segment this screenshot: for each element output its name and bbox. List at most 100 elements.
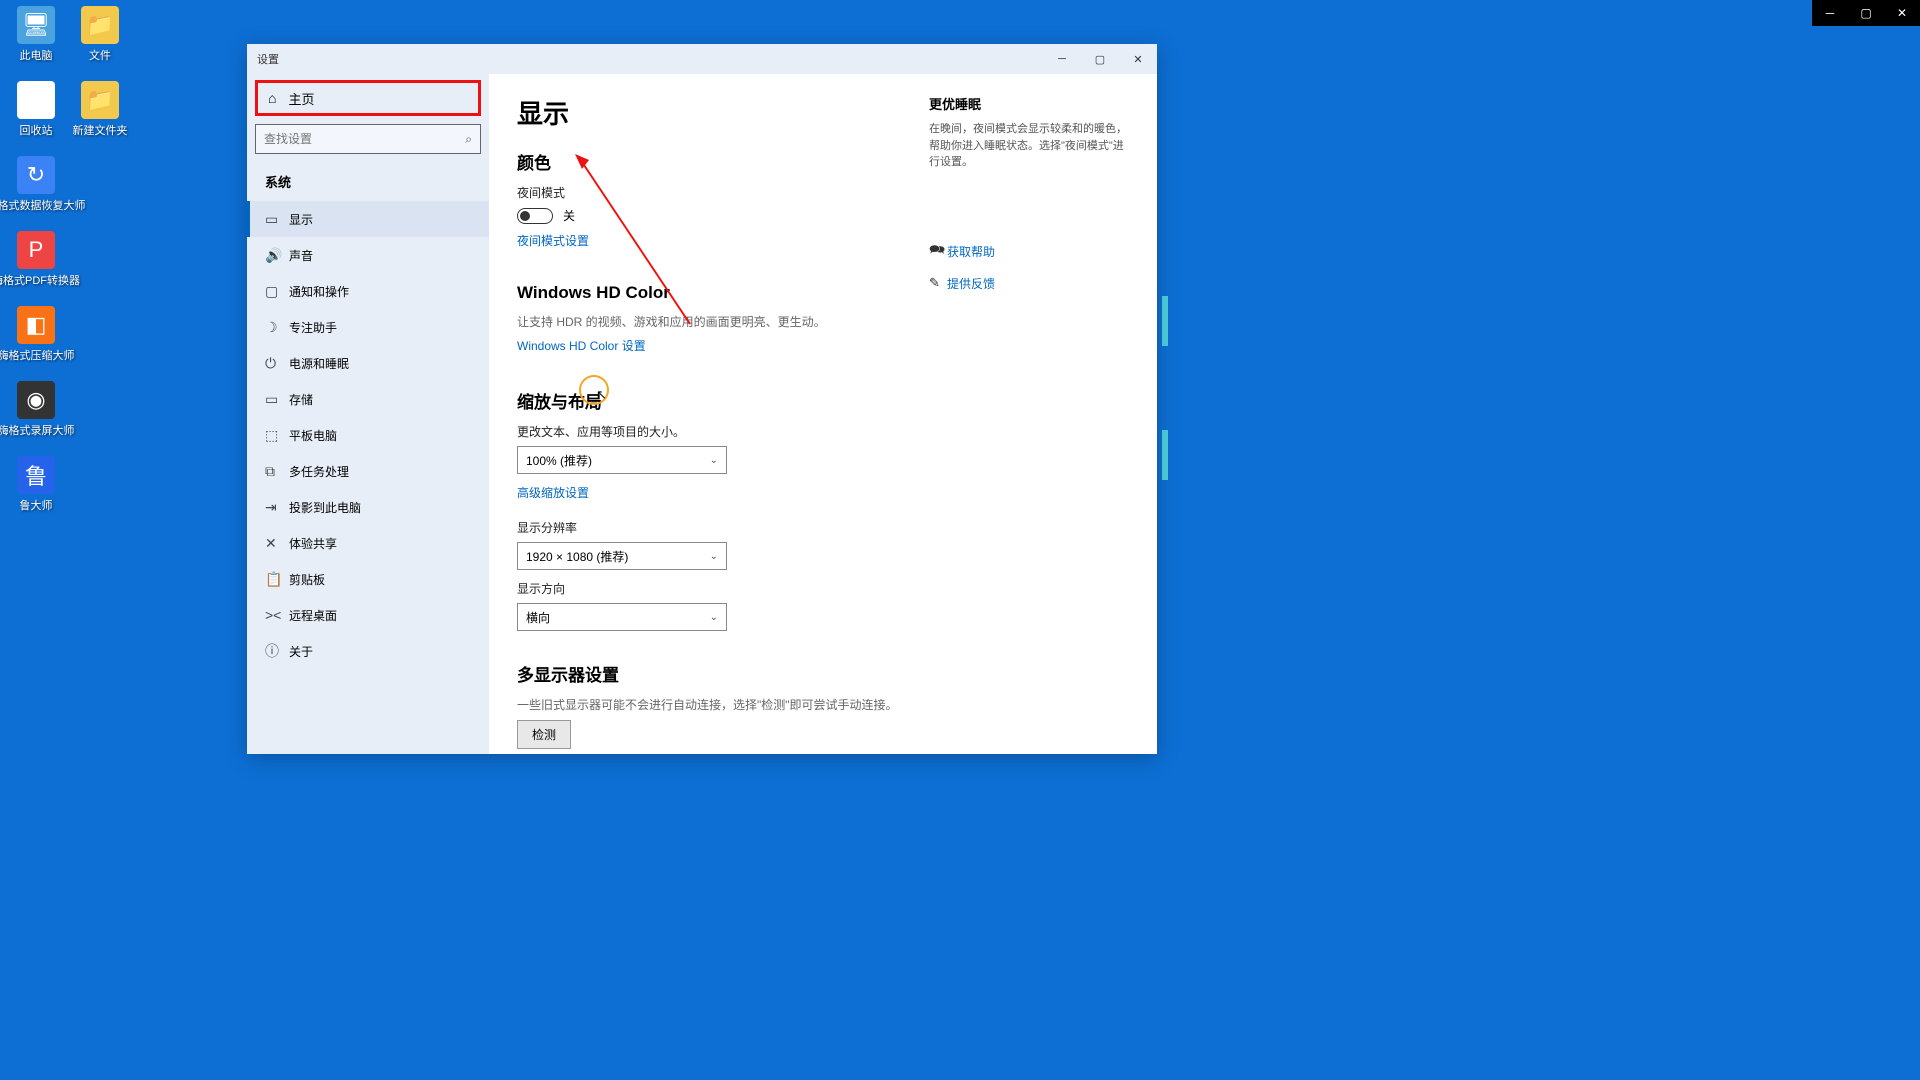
desktop-icon-label: 新建文件夹 xyxy=(73,122,128,138)
display-icon: ▭ xyxy=(265,211,289,228)
desktop-icon-pc[interactable]: 🖥 此电脑 xyxy=(6,6,66,63)
tablet-icon: ⬚ xyxy=(265,427,289,444)
content-main: 显示 颜色 夜间模式 关 夜间模式设置 Windows HD Color 让支持… xyxy=(517,94,909,744)
advanced-scale-link[interactable]: 高级缩放设置 xyxy=(517,484,589,501)
about-icon: ⓘ xyxy=(265,641,289,661)
accent-decor xyxy=(1162,430,1168,480)
accent-decor xyxy=(1162,296,1168,346)
desktop-icon-label: 嗨格式PDF转换器 xyxy=(0,272,80,288)
sidebar-item-remote[interactable]: ><远程桌面 xyxy=(247,597,489,633)
chevron-down-icon: ⌄ xyxy=(710,551,718,562)
sidebar-item-clipboard[interactable]: 📋剪贴板 xyxy=(247,561,489,597)
desktop-icon-compress[interactable]: ◧嗨格式压缩大师 xyxy=(6,306,66,363)
night-mode-settings-link[interactable]: 夜间模式设置 xyxy=(517,232,589,249)
recorder-icon: ◉ xyxy=(17,381,55,419)
resolution-label: 显示分辨率 xyxy=(517,519,909,536)
sidebar-item-label: 通知和操作 xyxy=(289,283,349,300)
desktop-icon-label: 嗨格式数据恢复大师 xyxy=(0,197,86,213)
section-hd-color: Windows HD Color xyxy=(517,283,909,303)
sidebar-item-label: 远程桌面 xyxy=(289,607,337,624)
home-button[interactable]: ⌂ 主页 xyxy=(255,80,481,116)
sidebar-item-label: 平板电脑 xyxy=(289,427,337,444)
os-close-icon[interactable]: ✕ xyxy=(1884,0,1920,26)
sidebar-item-label: 显示 xyxy=(289,211,313,228)
resolution-dropdown[interactable]: 1920 × 1080 (推荐) ⌄ xyxy=(517,542,727,570)
power-icon: ⏻ xyxy=(265,355,289,372)
desktop-icon-recycle[interactable]: 🗑回收站 xyxy=(6,81,66,138)
home-label: 主页 xyxy=(288,89,314,108)
minimize-icon[interactable]: ─ xyxy=(1043,44,1081,74)
focus-icon: ☽ xyxy=(265,319,289,336)
multi-desc: 一些旧式显示器可能不会进行自动连接，选择"检测"即可尝试手动连接。 xyxy=(517,696,909,714)
os-maximize-icon[interactable]: ▢ xyxy=(1848,0,1884,26)
lu-icon: 鲁 xyxy=(17,456,55,494)
desktop-icon-label: 回收站 xyxy=(20,122,53,138)
get-help-link[interactable]: 🗪 获取帮助 xyxy=(929,241,1129,263)
maximize-icon[interactable]: ▢ xyxy=(1081,44,1119,74)
desktop-icon-lu[interactable]: 鲁鲁大师 xyxy=(6,456,66,513)
sidebar-item-tablet[interactable]: ⬚平板电脑 xyxy=(247,417,489,453)
scale-value: 100% (推荐) xyxy=(526,452,592,469)
close-icon[interactable]: ✕ xyxy=(1119,44,1157,74)
sidebar-item-label: 电源和睡眠 xyxy=(289,355,349,372)
sidebar-item-label: 投影到此电脑 xyxy=(289,499,361,516)
sidebar-item-about[interactable]: ⓘ关于 xyxy=(247,633,489,669)
scale-dropdown[interactable]: 100% (推荐) ⌄ xyxy=(517,446,727,474)
desktop-icon-label: 此电脑 xyxy=(20,47,53,63)
orientation-dropdown[interactable]: 横向 ⌄ xyxy=(517,603,727,631)
help-icon: 🗪 xyxy=(929,241,947,263)
night-mode-toggle[interactable] xyxy=(517,208,553,224)
sidebar-item-project[interactable]: ⇥投影到此电脑 xyxy=(247,489,489,525)
detect-button[interactable]: 检测 xyxy=(517,720,571,749)
compress-icon: ◧ xyxy=(17,306,55,344)
sidebar-item-storage[interactable]: ▭存储 xyxy=(247,381,489,417)
newfolder-icon: 📁 xyxy=(81,81,119,119)
search-icon: ⌕ xyxy=(465,132,472,147)
section-scale: 缩放与布局 xyxy=(517,388,909,413)
home-icon: ⌂ xyxy=(268,90,276,106)
feedback-link[interactable]: ✎ 提供反馈 xyxy=(929,275,1129,292)
desktop-column-2: 📁文件 📁 新建文件夹 xyxy=(70,6,130,156)
sidebar-item-focus[interactable]: ☽专注助手 xyxy=(247,309,489,345)
hd-color-link[interactable]: Windows HD Color 设置 xyxy=(517,337,646,354)
os-minimize-icon[interactable]: ─ xyxy=(1812,0,1848,26)
section-multi: 多显示器设置 xyxy=(517,661,909,686)
section-color: 颜色 xyxy=(517,149,909,174)
sidebar-item-label: 体验共享 xyxy=(289,535,337,552)
desktop-icon-newfolder[interactable]: 📁 新建文件夹 xyxy=(70,81,130,138)
desktop-column-1: 🖥 此电脑 🗑回收站 ↻嗨格式数据恢复大师 P嗨格式PDF转换器 ◧嗨格式压缩大师 ◉嗨格式… xyxy=(6,6,66,531)
sidebar-item-label: 多任务处理 xyxy=(289,463,349,480)
sidebar-item-multitask[interactable]: ⧉多任务处理 xyxy=(247,453,489,489)
sidebar: ⌂ 主页 ⌕ 系统 ▭显示🔊声音▢通知和操作☽专注助手⏻电源和睡眠▭存储⬚平板电… xyxy=(247,74,489,754)
desktop-icon-label: 嗨格式录屏大师 xyxy=(0,422,75,438)
pdf-icon: P xyxy=(17,231,55,269)
sidebar-item-display[interactable]: ▭显示 xyxy=(247,201,489,237)
sidebar-item-power[interactable]: ⏻电源和睡眠 xyxy=(247,345,489,381)
shared-icon: ✕ xyxy=(265,535,289,552)
recover-icon: ↻ xyxy=(17,156,55,194)
sidebar-section-header: 系统 xyxy=(247,164,489,201)
sidebar-item-notifications[interactable]: ▢通知和操作 xyxy=(247,273,489,309)
orientation-value: 横向 xyxy=(526,609,550,626)
page-title: 显示 xyxy=(517,94,909,131)
multitask-icon: ⧉ xyxy=(265,463,289,480)
search-input[interactable] xyxy=(264,132,465,146)
feedback-icon: ✎ xyxy=(929,275,947,291)
sidebar-item-sound[interactable]: 🔊声音 xyxy=(247,237,489,273)
storage-icon: ▭ xyxy=(265,391,289,408)
sound-icon: 🔊 xyxy=(265,247,289,264)
scale-label: 更改文本、应用等项目的大小。 xyxy=(517,423,909,440)
desktop-icon-recorder[interactable]: ◉嗨格式录屏大师 xyxy=(6,381,66,438)
content-aside: 更优睡眠 在晚间，夜间模式会显示较柔和的暖色，帮助你进入睡眠状态。选择"夜间模式… xyxy=(929,94,1129,744)
search-input-wrap[interactable]: ⌕ xyxy=(255,124,481,154)
desktop-icon-recover[interactable]: ↻嗨格式数据恢复大师 xyxy=(6,156,66,213)
sidebar-item-shared[interactable]: ✕体验共享 xyxy=(247,525,489,561)
sidebar-item-label: 剪贴板 xyxy=(289,571,325,588)
sidebar-item-label: 专注助手 xyxy=(289,319,337,336)
desktop-icon-label: 嗨格式压缩大师 xyxy=(0,347,75,363)
pc-icon: 🖥 xyxy=(17,6,55,44)
desktop-icon-files[interactable]: 📁文件 xyxy=(70,6,130,63)
night-mode-label: 夜间模式 xyxy=(517,184,909,201)
chevron-down-icon: ⌄ xyxy=(710,455,718,466)
desktop-icon-pdf[interactable]: P嗨格式PDF转换器 xyxy=(6,231,66,288)
